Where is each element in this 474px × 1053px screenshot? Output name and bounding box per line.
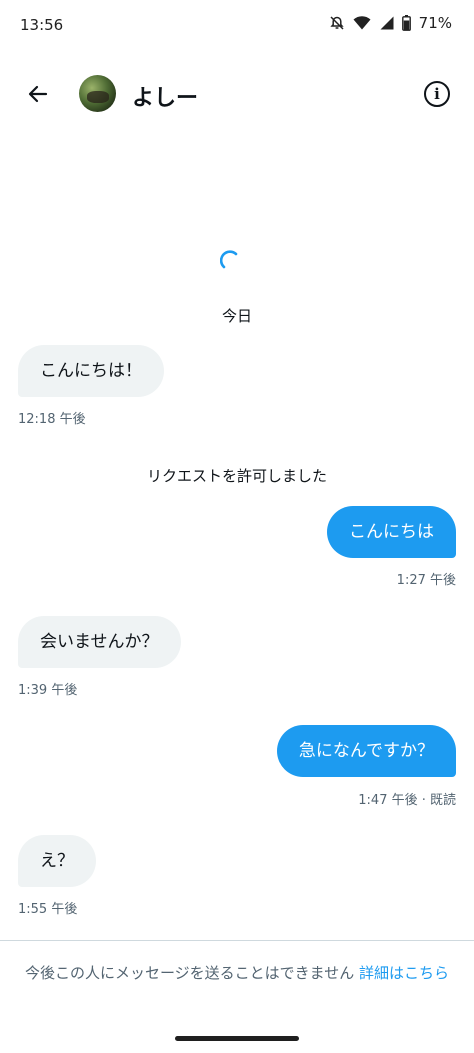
signal-icon: [379, 16, 394, 30]
message-bubble-sent[interactable]: こんにちは: [327, 506, 456, 558]
conversation-title[interactable]: よしー: [132, 80, 198, 112]
avatar[interactable]: [79, 75, 116, 112]
message-timestamp: 1:47 午後 · 既読: [358, 793, 456, 808]
battery-icon: [401, 15, 411, 31]
message-bubble-received[interactable]: 会いませんか？: [18, 616, 181, 668]
status-bar: 13:56 71%: [0, 0, 474, 52]
blocked-notice-text: 今後この人にメッセージを送ることはできません: [24, 964, 355, 982]
message-bubble-received[interactable]: こんにちは！: [18, 345, 164, 397]
blocked-notice: 今後この人にメッセージを送ることはできません 詳細はこちら: [20, 960, 454, 987]
message-timestamp: 12:18 午後: [18, 412, 86, 427]
loading-spinner-icon: [220, 250, 238, 269]
bell-off-icon: [329, 15, 345, 31]
wifi-icon: [353, 16, 371, 30]
day-divider: 今日: [221, 307, 252, 325]
message-timestamp: 1:39 午後: [18, 683, 78, 698]
message-timestamp: 1:55 午後: [18, 902, 78, 917]
system-note: リクエストを許可しました: [146, 467, 327, 485]
learn-more-link[interactable]: 詳細はこちら: [359, 964, 449, 982]
footer-divider: [0, 940, 474, 941]
back-button[interactable]: [22, 78, 54, 110]
arrow-left-icon: [28, 85, 48, 103]
home-indicator[interactable]: [175, 1036, 299, 1041]
battery-percent: 71%: [418, 14, 452, 32]
message-timestamp: 1:27 午後: [396, 573, 456, 588]
status-icons: 71%: [329, 14, 452, 32]
info-button[interactable]: i: [424, 81, 450, 107]
info-icon: i: [434, 85, 440, 103]
message-bubble-received[interactable]: え？: [18, 835, 96, 887]
status-time: 13:56: [20, 16, 64, 34]
message-bubble-sent[interactable]: 急になんですか？: [276, 725, 456, 777]
conversation-header: よしー i: [0, 60, 474, 130]
